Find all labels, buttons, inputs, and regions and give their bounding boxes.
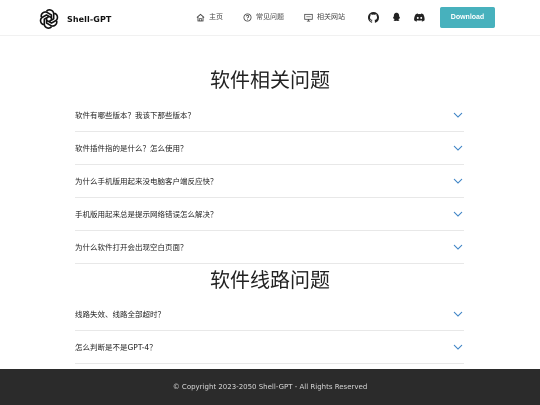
chevron-down-icon xyxy=(453,211,463,217)
home-icon xyxy=(196,13,205,21)
faq-item[interactable]: 软件插件指的是什么？怎么使用？ xyxy=(75,132,464,165)
github-icon[interactable] xyxy=(368,12,379,23)
faq-item[interactable]: 手机版用起来总是提示网络错误怎么解决？ xyxy=(75,198,464,231)
nav-item-label: 常见问题 xyxy=(256,13,284,21)
discord-icon[interactable] xyxy=(414,12,425,23)
chevron-down-icon xyxy=(453,244,463,250)
nav-item-home[interactable]: 主页 xyxy=(196,12,223,22)
faq-question: 软件有哪些版本？我该下那些版本？ xyxy=(75,110,195,120)
copyright-text: © Copyright 2023-2050 Shell-GPT - All Ri… xyxy=(172,383,368,391)
chevron-down-icon xyxy=(453,112,463,118)
chevron-down-icon xyxy=(453,311,463,317)
nav-item-label: 主页 xyxy=(209,13,223,21)
faq-question: 怎么判断是不是GPT-4？ xyxy=(75,342,157,352)
brand-name: Shell-GPT xyxy=(67,14,112,24)
chevron-down-icon xyxy=(453,344,463,350)
nav-item-related-sites[interactable]: 相关网站 xyxy=(304,12,345,22)
nav-item-label: 相关网站 xyxy=(317,13,345,21)
faq-question: 为什么软件打开会出现空白页面？ xyxy=(75,242,188,252)
brand[interactable]: Shell-GPT xyxy=(37,7,111,31)
faq-list-routes: 线路失效、线路全部超时？ 怎么判断是不是GPT-4？ xyxy=(75,298,464,364)
qq-icon[interactable] xyxy=(391,12,402,23)
site-footer: © Copyright 2023-2050 Shell-GPT - All Ri… xyxy=(0,369,540,405)
nav-item-faq[interactable]: 常见问题 xyxy=(243,12,284,22)
download-button[interactable]: Download xyxy=(440,7,495,28)
faq-list-software: 软件有哪些版本？我该下那些版本？ 软件插件指的是什么？怎么使用？ 为什么手机版用… xyxy=(75,99,464,264)
monitor-icon xyxy=(304,13,313,22)
main-nav: 主页 常见问题 相关网站 xyxy=(196,12,345,22)
faq-question: 手机版用起来总是提示网络错误怎么解决？ xyxy=(75,209,218,219)
faq-item[interactable]: 为什么手机版用起来没电脑客户端反应快？ xyxy=(75,165,464,198)
faq-question: 软件插件指的是什么？怎么使用？ xyxy=(75,143,188,153)
faq-item[interactable]: 线路失效、线路全部超时？ xyxy=(75,298,464,331)
faq-item[interactable]: 软件有哪些版本？我该下那些版本？ xyxy=(75,99,464,132)
faq-question: 线路失效、线路全部超时？ xyxy=(75,309,165,319)
section-title-routes: 软件线路问题 xyxy=(210,268,330,292)
chevron-down-icon xyxy=(453,178,463,184)
social-links xyxy=(368,12,425,23)
chevron-down-icon xyxy=(453,145,463,151)
faq-item[interactable]: 怎么判断是不是GPT-4？ xyxy=(75,331,464,364)
help-icon xyxy=(243,12,252,22)
page: Shell-GPT 主页 常见问题 相关网站 Download 软件相关问题 软… xyxy=(0,0,540,405)
site-header: Shell-GPT 主页 常见问题 相关网站 Download xyxy=(0,0,540,36)
openai-logo-icon xyxy=(39,9,59,29)
faq-question: 为什么手机版用起来没电脑客户端反应快？ xyxy=(75,176,218,186)
faq-item[interactable]: 为什么软件打开会出现空白页面？ xyxy=(75,231,464,264)
section-title-software: 软件相关问题 xyxy=(210,68,330,92)
